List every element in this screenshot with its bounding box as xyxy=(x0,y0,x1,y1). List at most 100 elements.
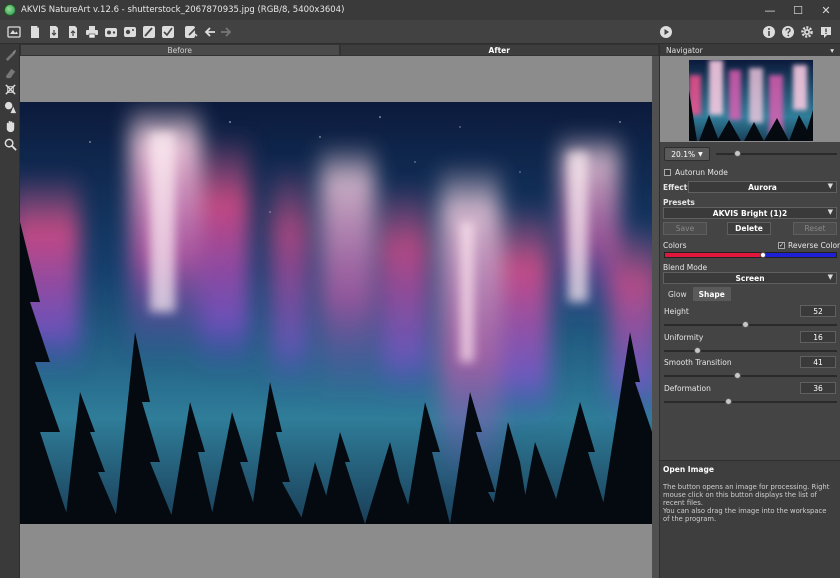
deformation-label: Deformation xyxy=(664,384,711,393)
main-toolbar xyxy=(0,20,840,44)
reset-preset-button[interactable]: Reset xyxy=(793,222,837,235)
effect-select[interactable]: Aurora ▼ xyxy=(688,181,837,193)
print-button[interactable] xyxy=(84,24,100,40)
brush-tool[interactable] xyxy=(3,47,17,61)
check-icon xyxy=(162,26,174,38)
brush-preset-button[interactable] xyxy=(141,24,157,40)
undo-icon xyxy=(204,27,215,37)
smooth-transition-slider-handle[interactable] xyxy=(733,372,741,379)
crop-tool[interactable] xyxy=(3,82,17,96)
height-slider[interactable] xyxy=(664,324,837,326)
save-image-button[interactable] xyxy=(46,24,62,40)
effect-subtabs: Glow Shape xyxy=(662,287,731,301)
uniformity-value[interactable]: 16 xyxy=(800,331,836,343)
tab-after[interactable]: After xyxy=(339,44,659,56)
color-left-swatch[interactable] xyxy=(665,253,763,257)
brush-preset-icon xyxy=(143,26,155,38)
zoom-dropdown[interactable]: 20.1% ▼ xyxy=(664,147,710,161)
edit-button[interactable] xyxy=(183,24,199,40)
batch-button[interactable] xyxy=(103,24,119,40)
navigator-title: Navigator xyxy=(666,45,703,55)
color-picker-tool[interactable] xyxy=(3,100,17,114)
help-button[interactable] xyxy=(780,24,796,40)
zoom-row: 20.1% ▼ xyxy=(660,144,840,164)
save-image-icon xyxy=(50,26,58,38)
edit-icon xyxy=(185,26,198,38)
deformation-slider-handle[interactable] xyxy=(725,398,733,405)
reverse-colors-checkbox[interactable]: ✓ xyxy=(778,242,785,249)
blend-mode-select[interactable]: Screen ▼ xyxy=(663,272,837,284)
color-split-handle[interactable] xyxy=(759,252,766,258)
maximize-button[interactable]: ☐ xyxy=(784,0,812,20)
home-button[interactable] xyxy=(6,24,22,40)
preset-value: AKVIS Bright (1)2 xyxy=(712,208,788,218)
tab-before[interactable]: Before xyxy=(20,44,340,56)
smooth-transition-value[interactable]: 41 xyxy=(800,356,836,368)
run-button[interactable] xyxy=(658,24,674,40)
open-image-button[interactable] xyxy=(27,24,43,40)
tab-glow[interactable]: Glow xyxy=(662,287,693,301)
info-button[interactable] xyxy=(761,24,777,40)
crop-icon xyxy=(4,83,16,95)
notification-button[interactable] xyxy=(818,24,834,40)
navigator-menu-icon[interactable]: ▾ xyxy=(830,46,834,55)
preset-select[interactable]: AKVIS Bright (1)2 ▼ xyxy=(663,207,837,219)
autorun-checkbox[interactable] xyxy=(664,169,671,176)
navigator-preview[interactable] xyxy=(660,56,840,142)
close-button[interactable]: ✕ xyxy=(812,0,840,20)
chevron-down-icon: ▼ xyxy=(698,150,703,158)
redo-icon xyxy=(221,27,232,37)
open-image-icon xyxy=(31,26,39,38)
tab-shape[interactable]: Shape xyxy=(692,287,731,301)
chevron-down-icon: ▼ xyxy=(827,273,833,281)
smooth-transition-slider[interactable] xyxy=(664,375,837,377)
app-logo-icon xyxy=(4,4,16,16)
blend-mode-label: Blend Mode xyxy=(663,263,708,272)
hand-icon xyxy=(6,120,14,132)
share-icon xyxy=(124,27,136,37)
export-button[interactable] xyxy=(65,24,81,40)
window-title: AKVIS NatureArt v.12.6 - shutterstock_20… xyxy=(21,5,345,15)
uniformity-label: Uniformity xyxy=(664,333,704,342)
minimize-button[interactable]: — xyxy=(756,0,784,20)
help-icon xyxy=(782,26,794,38)
window-controls: — ☐ ✕ xyxy=(756,0,840,20)
check-button[interactable] xyxy=(160,24,176,40)
presets-label: Presets xyxy=(663,198,695,207)
uniformity-slider-handle[interactable] xyxy=(693,347,701,354)
color-gradient-bar[interactable] xyxy=(664,252,837,258)
home-icon xyxy=(7,26,21,38)
zoom-tool[interactable] xyxy=(3,137,17,151)
info-icon xyxy=(763,26,775,38)
settings-button[interactable] xyxy=(799,24,815,40)
settings-icon xyxy=(801,26,813,38)
smooth-transition-label: Smooth Transition xyxy=(664,358,732,367)
batch-icon xyxy=(105,28,117,37)
navigator-header: Navigator ▾ xyxy=(660,44,840,56)
settings-panel: Navigator ▾ 20.1% ▼ Autorun Mode Effect:… xyxy=(659,44,840,578)
redo-button[interactable] xyxy=(218,24,234,40)
check-icon: ✓ xyxy=(779,242,785,249)
zoom-icon xyxy=(4,138,17,151)
run-icon xyxy=(660,26,672,38)
eraser-tool[interactable] xyxy=(3,65,17,79)
uniformity-slider[interactable] xyxy=(664,350,837,352)
height-slider-handle[interactable] xyxy=(742,321,750,328)
deformation-value[interactable]: 36 xyxy=(800,382,836,394)
effect-label: Effect: xyxy=(663,183,691,192)
color-right-swatch[interactable] xyxy=(762,253,836,257)
help-text: The button opens an image for processing… xyxy=(663,483,830,523)
height-value[interactable]: 52 xyxy=(800,305,836,317)
save-preset-button[interactable]: Save xyxy=(663,222,707,235)
workspace-scrollbar[interactable] xyxy=(652,56,659,578)
delete-preset-button[interactable]: Delete xyxy=(727,222,771,235)
chevron-down-icon: ▼ xyxy=(827,182,833,190)
view-tabs: Before After xyxy=(20,44,659,56)
export-icon xyxy=(69,26,77,38)
image-workspace[interactable] xyxy=(20,56,652,578)
hand-tool[interactable] xyxy=(3,119,17,133)
undo-button[interactable] xyxy=(202,24,218,40)
zoom-slider-handle[interactable] xyxy=(734,150,742,157)
share-button[interactable] xyxy=(122,24,138,40)
deformation-slider[interactable] xyxy=(664,401,837,403)
